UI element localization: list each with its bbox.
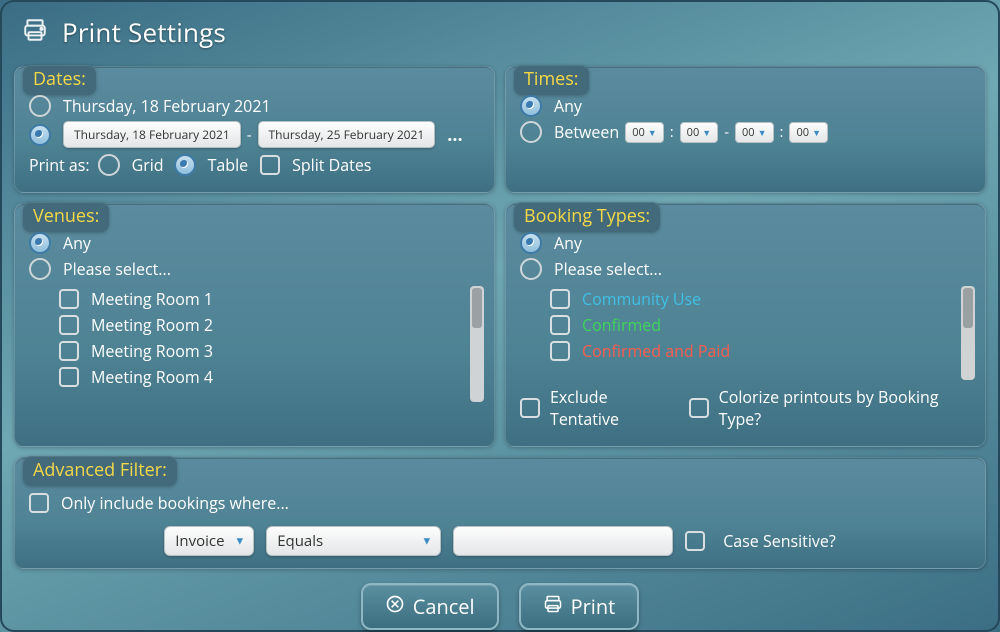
dialog-footer: Cancel Print [0,569,1000,632]
time-colon-1: : [670,122,674,142]
date-from-picker[interactable]: Thursday, 18 February 2021 [63,121,241,148]
advanced-filter-panel: Advanced Filter: Only include bookings w… [14,457,986,569]
times-any-radio[interactable] [520,95,542,117]
venues-select-label: Please select... [63,258,171,280]
filter-value-input[interactable] [453,526,673,556]
booking-types-legend: Booking Types: [514,202,660,232]
btypes-any-radio[interactable] [520,232,542,254]
time-to-hour[interactable]: 00▼ [735,122,774,143]
exclude-tentative-label: Exclude Tentative [550,386,677,430]
print-button[interactable]: Print [519,583,640,630]
booking-type-label: Confirmed and Paid [582,340,730,362]
filter-field-select[interactable]: Invoice▼ [164,526,254,556]
exclude-tentative-checkbox[interactable] [520,398,540,418]
venue-item: Meeting Room 1 [59,288,464,310]
times-legend: Times: [514,65,589,95]
times-between-label: Between [554,121,619,143]
booking-type-checkbox[interactable] [550,315,570,335]
date-single-label: Thursday, 18 February 2021 [63,95,271,117]
venue-checkbox[interactable] [59,315,79,335]
venue-item: Meeting Room 3 [59,340,464,362]
split-dates-checkbox[interactable] [260,155,280,175]
booking-type-item: Community Use [550,288,955,310]
btypes-list: Community Use Confirmed Confirmed and Paid [520,284,977,382]
booking-type-item: Confirmed and Paid [550,340,955,362]
print-as-grid-label: Grid [132,154,164,176]
colorize-label: Colorize printouts by Booking Type? [719,386,977,430]
booking-type-checkbox[interactable] [550,289,570,309]
booking-type-label: Community Use [582,288,701,310]
print-icon [22,17,62,48]
venues-select-radio[interactable] [29,258,51,280]
times-panel: Times: Any Between 00▼ : 00▼ - 00▼ : 00▼ [505,66,986,193]
colorize-checkbox[interactable] [689,398,709,418]
date-range-radio[interactable] [29,124,51,146]
time-from-min[interactable]: 00▼ [680,122,719,143]
venues-legend: Venues: [23,202,109,232]
venue-checkbox[interactable] [59,341,79,361]
print-as-table-radio[interactable] [174,154,196,176]
venue-checkbox[interactable] [59,367,79,387]
btypes-scrollbar[interactable] [961,286,975,380]
venue-item: Meeting Room 2 [59,314,464,336]
booking-type-item: Confirmed [550,314,955,336]
dialog-header: Print Settings [0,0,1000,56]
venues-any-radio[interactable] [29,232,51,254]
date-single-radio[interactable] [29,95,51,117]
only-include-label: Only include bookings where... [61,492,289,514]
print-as-table-label: Table [208,154,249,176]
date-to-picker[interactable]: Thursday, 25 February 2021 [258,121,436,148]
venue-label: Meeting Room 3 [91,340,213,362]
advanced-legend: Advanced Filter: [23,456,177,486]
venue-item: Meeting Room 4 [59,366,464,388]
only-include-checkbox[interactable] [29,493,49,513]
times-between-radio[interactable] [520,121,542,143]
venues-list: Meeting Room 1 Meeting Room 2 Meeting Room… [29,284,486,404]
time-dash: - [724,122,729,142]
venues-scrollbar[interactable] [470,286,484,402]
venues-panel: Venues: Any Please select... Meeting Roo… [14,203,495,447]
date-more-button[interactable]: ... [441,123,468,147]
print-as-grid-radio[interactable] [98,154,120,176]
venue-label: Meeting Room 2 [91,314,213,336]
print-as-label: Print as: [29,154,90,176]
date-range-sep: - [247,125,252,145]
case-sensitive-label: Case Sensitive? [723,530,836,552]
print-icon [543,593,563,620]
venue-label: Meeting Room 1 [91,288,213,310]
dates-legend: Dates: [23,65,96,95]
close-icon [385,593,405,620]
cancel-button[interactable]: Cancel [361,583,499,630]
venue-checkbox[interactable] [59,289,79,309]
time-colon-2: : [780,122,784,142]
btypes-any-label: Any [554,232,582,254]
filter-op-select[interactable]: Equals▼ [266,526,441,556]
booking-type-checkbox[interactable] [550,341,570,361]
dates-panel: Dates: Thursday, 18 February 2021 Thursd… [14,66,495,193]
times-any-label: Any [554,95,582,117]
time-to-min[interactable]: 00▼ [789,122,828,143]
btypes-select-label: Please select... [554,258,662,280]
venue-label: Meeting Room 4 [91,366,213,388]
case-sensitive-checkbox[interactable] [685,531,705,551]
time-from-hour[interactable]: 00▼ [625,122,664,143]
btypes-select-radio[interactable] [520,258,542,280]
booking-type-label: Confirmed [582,314,661,336]
booking-types-panel: Booking Types: Any Please select... Comm… [505,203,986,447]
venues-any-label: Any [63,232,91,254]
dialog-title: Print Settings [62,14,226,50]
split-dates-label: Split Dates [292,154,371,176]
